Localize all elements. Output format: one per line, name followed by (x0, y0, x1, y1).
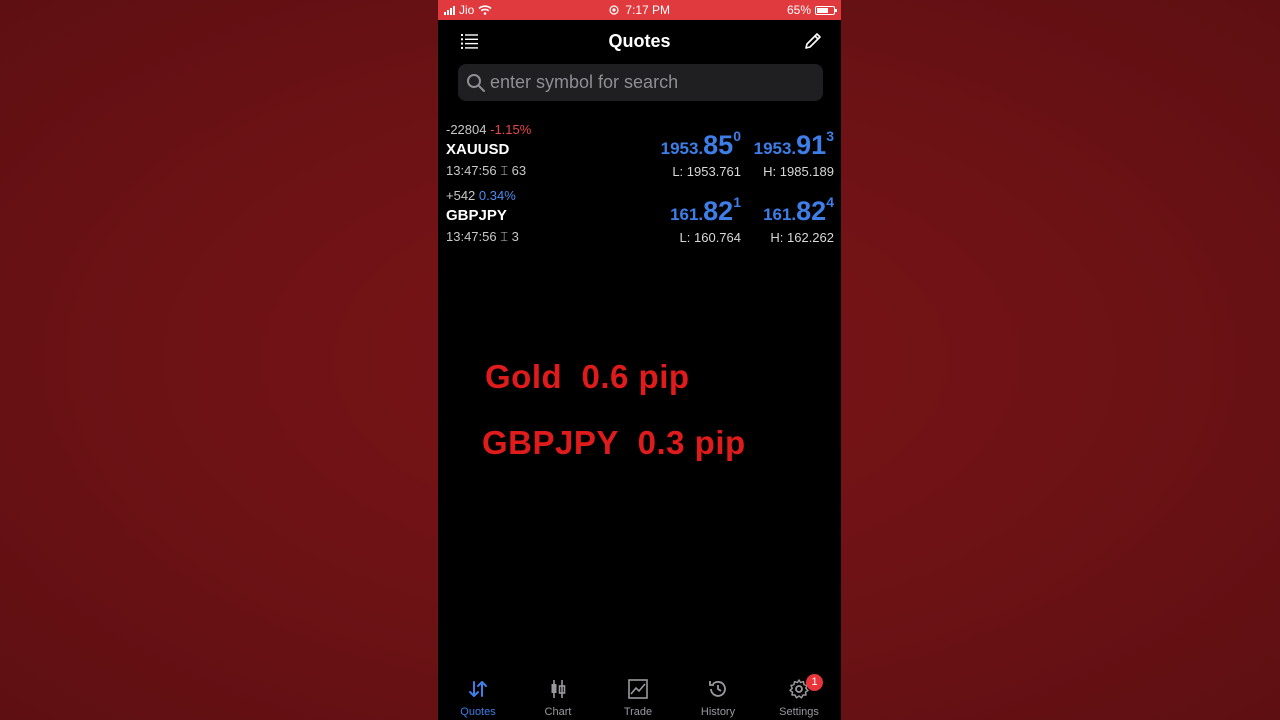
tab-bar: Quotes Chart Trade History 1 Settings (438, 674, 841, 720)
tab-chart[interactable]: Chart (518, 674, 598, 720)
quote-meta: 13:47:56 ⌶ 63 (446, 163, 526, 179)
battery-icon (815, 5, 837, 15)
quote-change: +542 0.34% (446, 188, 516, 203)
notification-badge: 1 (806, 674, 823, 691)
arrows-updown-icon (469, 681, 487, 697)
bid-price-small: 161. (670, 205, 704, 224)
spread-value: 63 (511, 163, 527, 178)
overlay-text-gold: Gold 0.6 pip (485, 358, 690, 395)
change-value: -22804 (446, 122, 487, 137)
tab-trade[interactable]: Trade (598, 674, 678, 720)
nav-bar: Quotes (438, 20, 841, 62)
ask-price-sup: 3 (826, 128, 834, 144)
symbol-name: GBPJPY (446, 207, 507, 224)
change-percent: -1.15% (490, 122, 532, 137)
ask-price: 1953.913 (753, 128, 834, 161)
bid-price-big: 82 (703, 196, 734, 226)
spread-icon: ⌶ (500, 163, 509, 178)
bid-price: 161.821 (670, 194, 741, 227)
line-chart-icon (628, 679, 648, 699)
tab-label: Chart (544, 706, 572, 718)
quote-change: -22804 -1.15% (446, 122, 531, 137)
low-price: L: 160.764 (679, 230, 741, 245)
ask-price-small: 161. (763, 205, 797, 224)
quote-time: 13:47:56 (446, 229, 497, 244)
page-title: Quotes (608, 31, 671, 51)
high-price: H: 162.262 (770, 230, 834, 245)
bid-price-sup: 1 (733, 194, 741, 210)
quote-time: 13:47:56 (446, 163, 497, 178)
bid-price-sup: 0 (733, 128, 741, 144)
status-time: 7:17 PM (625, 3, 671, 17)
search-icon (467, 74, 485, 92)
quote-meta: 13:47:56 ⌶ 3 (446, 229, 519, 245)
change-value: +542 (446, 188, 476, 203)
ask-price-big: 82 (796, 196, 827, 226)
phone-screen: Jio 7:17 PM 65% Quotes enter symbol for … (438, 0, 841, 720)
tab-label: History (700, 706, 736, 718)
bid-price-big: 85 (703, 130, 734, 160)
spread-value: 3 (511, 229, 519, 244)
search-input[interactable] (490, 64, 810, 101)
ask-price-big: 91 (796, 130, 827, 160)
tab-label: Settings (779, 706, 819, 718)
quote-row-xauusd[interactable]: -22804 -1.15% XAUUSD 13:47:56 ⌶ 63 1953.… (438, 122, 841, 188)
location-icon (609, 5, 619, 15)
battery-percent: 65% (786, 3, 811, 17)
tab-settings[interactable]: 1 Settings (759, 674, 839, 720)
spread-icon: ⌶ (500, 229, 509, 244)
ask-price-small: 1953. (753, 139, 797, 158)
change-percent: 0.34% (478, 188, 516, 203)
ask-price: 161.824 (763, 194, 834, 227)
tab-history[interactable]: History (678, 674, 758, 720)
tab-quotes[interactable]: Quotes (438, 674, 518, 720)
tab-label: Quotes (460, 706, 496, 718)
candlestick-icon (551, 680, 566, 698)
symbol-name: XAUUSD (446, 141, 510, 158)
tab-label: Trade (623, 706, 653, 718)
history-icon (709, 681, 726, 697)
ask-price-sup: 4 (826, 194, 834, 210)
bid-price-small: 1953. (660, 139, 704, 158)
pencil-icon[interactable] (803, 31, 823, 51)
low-price: L: 1953.761 (672, 164, 741, 179)
search-box[interactable] (458, 64, 823, 101)
overlay-text-gbpjpy: GBPJPY 0.3 pip (482, 424, 746, 461)
status-bar: Jio 7:17 PM 65% (438, 0, 841, 20)
high-price: H: 1985.189 (763, 164, 834, 179)
bid-price: 1953.850 (660, 128, 741, 161)
quote-row-gbpjpy[interactable]: +542 0.34% GBPJPY 13:47:56 ⌶ 3 161.821 1… (438, 188, 841, 254)
